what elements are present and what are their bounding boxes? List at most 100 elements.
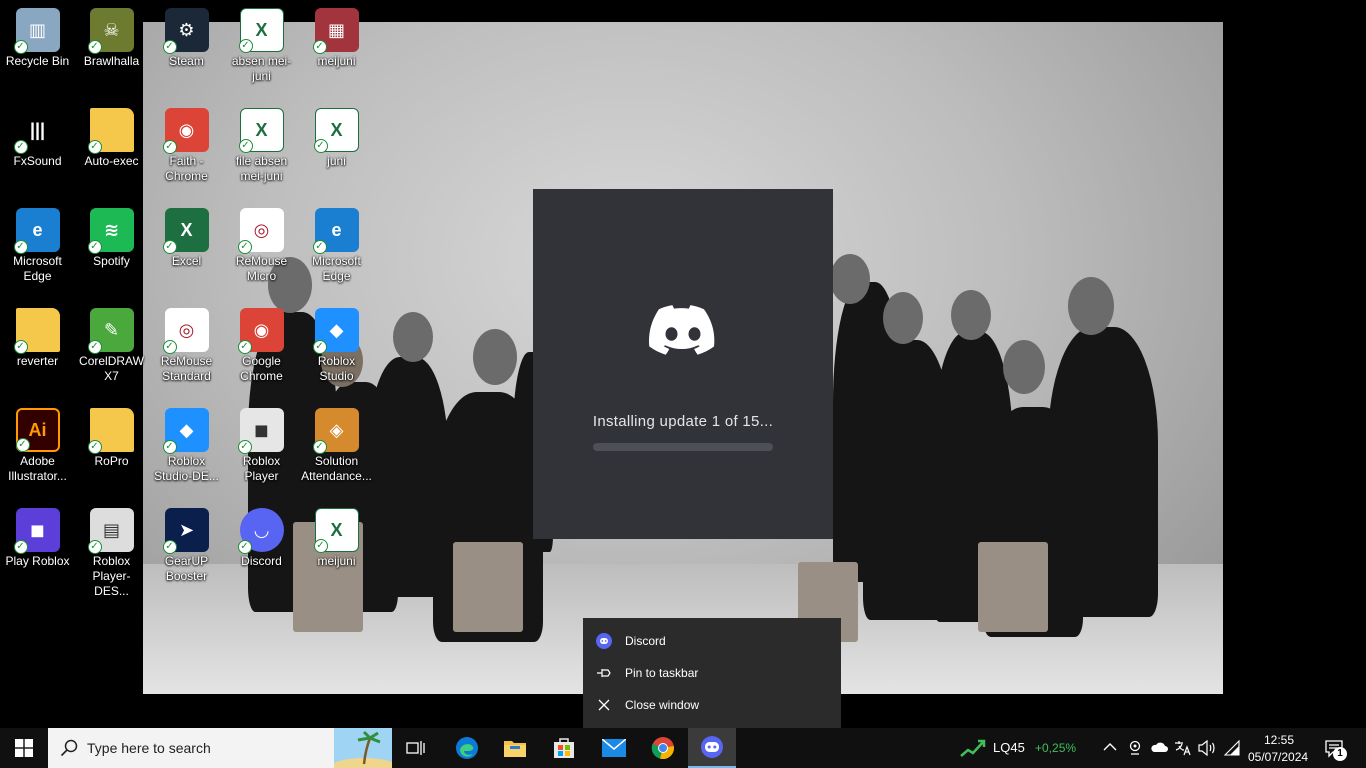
remouse-icon: ◎ ✓ [237, 208, 284, 254]
desktop-icon-label: file absen mei-juni [235, 154, 288, 183]
chrome-icon [651, 737, 674, 760]
desktop-icon[interactable]: ➤ ✓ GearUP Booster [149, 502, 224, 598]
input-language-icon[interactable] [1174, 740, 1192, 756]
spotify-icon: ≋ ✓ [87, 208, 134, 254]
desktop-icon[interactable]: ▥ ✓ Recycle Bin [0, 2, 75, 98]
roblox-player-file-icon: ▤ ✓ [87, 508, 134, 554]
chevron-up-icon[interactable] [1103, 742, 1117, 752]
stock-chart-icon [960, 739, 986, 757]
discord-icon [583, 633, 625, 649]
desktop-icon-label: Play Roblox [5, 554, 70, 568]
sync-status-icon: ✓ [313, 139, 328, 153]
desktop-icon[interactable]: Ai ✓ Adobe Illustrator... [0, 402, 75, 498]
desktop-icon[interactable]: ◆ ✓ Roblox Studio-DE... [149, 402, 224, 498]
desktop-icon[interactable]: ◼ ✓ Play Roblox [0, 502, 75, 598]
desktop-icon[interactable]: ▤ ✓ Roblox Player-DES... [74, 502, 149, 598]
sync-status-icon: ✓ [13, 240, 28, 254]
clock-time[interactable]: 12:55 [1264, 733, 1294, 747]
sync-status-icon: ✓ [238, 139, 253, 153]
clock-date[interactable]: 05/07/2024 [1248, 750, 1308, 764]
desktop-icon-label: Discord [241, 554, 282, 568]
remouse-icon: ◎ ✓ [162, 308, 209, 354]
sync-status-icon: ✓ [162, 440, 177, 454]
desktop-icon[interactable]: ◼ ✓ Roblox Player [224, 402, 299, 498]
desktop-icon[interactable]: ◆ ✓ Roblox Studio [299, 302, 374, 398]
close-icon [583, 699, 625, 711]
desktop-icon[interactable]: X ✓ meijuni [299, 502, 374, 598]
taskbar-mail[interactable] [590, 728, 638, 768]
desktop-icon[interactable]: ≋ ✓ Spotify [74, 202, 149, 298]
jumplist-discord-item[interactable]: Discord [583, 625, 841, 657]
taskbar-edge[interactable] [443, 728, 491, 768]
desktop-icon[interactable]: ⚙ ✓ Steam [149, 2, 224, 98]
roblox-studio-icon: ◆ ✓ [162, 408, 209, 454]
excel-file-icon: X ✓ [313, 508, 359, 553]
jumplist-close-item[interactable]: Close window [583, 689, 841, 721]
start-button[interactable] [0, 728, 48, 768]
desktop-icon[interactable]: ✓ reverter [0, 302, 75, 398]
folder-icon: ✓ [87, 108, 134, 154]
jumplist-pin-label: Pin to taskbar [625, 666, 699, 680]
desktop-icon[interactable]: ◉ ✓ Faith - Chrome [149, 102, 224, 198]
desktop-icon[interactable]: X ✓ absen mei-juni [224, 2, 299, 98]
desktop-icon[interactable]: ☠ ✓ Brawlhalla [74, 2, 149, 98]
desktop-icon-label: Adobe Illustrator... [8, 454, 67, 483]
beach-search-highlight-icon [334, 728, 392, 768]
task-view-button[interactable] [392, 728, 440, 768]
mail-icon [602, 739, 626, 757]
desktop-icon-label: Microsoft Edge [312, 254, 361, 283]
sync-status-icon: ✓ [238, 39, 253, 53]
sync-status-icon: ✓ [87, 140, 102, 154]
desktop-icon[interactable]: ◉ ✓ Google Chrome [224, 302, 299, 398]
desktop-icon[interactable]: X ✓ file absen mei-juni [224, 102, 299, 198]
sync-status-icon: ✓ [162, 140, 177, 154]
desktop-icon[interactable]: ||| ✓ FxSound [0, 102, 75, 198]
notification-count-badge: 1 [1333, 747, 1347, 761]
webcam-icon[interactable] [1128, 740, 1142, 756]
sync-status-icon: ✓ [237, 340, 252, 354]
desktop-icon-label: FxSound [13, 154, 62, 168]
desktop-icon-label: Roblox Studio-DE... [154, 454, 219, 483]
play-roblox-icon: ◼ ✓ [13, 508, 60, 554]
desktop-icon[interactable]: ✎ ✓ CorelDRAW X7 [74, 302, 149, 398]
search-icon [60, 739, 78, 757]
desktop-icon[interactable]: ▦ ✓ meijuni [299, 2, 374, 98]
desktop-icon[interactable]: X ✓ juni [299, 102, 374, 198]
desktop-icon[interactable]: X ✓ Excel [149, 202, 224, 298]
desktop-icon[interactable]: ◈ ✓ Solution Attendance... [299, 402, 374, 498]
desktop-icon[interactable]: ◎ ✓ ReMouse Micro [224, 202, 299, 298]
taskbar-chrome[interactable] [639, 728, 687, 768]
gearup-booster-icon: ➤ ✓ [162, 508, 209, 554]
wifi-icon[interactable] [1224, 740, 1240, 756]
desktop-icon-label: Recycle Bin [5, 54, 70, 68]
sync-status-icon: ✓ [87, 240, 102, 254]
desktop-icon[interactable]: ◎ ✓ ReMouse Standard [149, 302, 224, 398]
sync-status-icon: ✓ [13, 140, 28, 154]
desktop-icon-label: Roblox Studio [317, 354, 356, 383]
desktop: ▥ ✓ Recycle Bin ☠ ✓ Brawlhalla ⚙ ✓ Steam X ✓ absen … [0, 0, 1366, 728]
discord-jump-list: Discord Pin to taskbar Close window [583, 618, 841, 728]
volume-icon[interactable] [1198, 740, 1216, 756]
desktop-icon[interactable]: ◡ ✓ Discord [224, 502, 299, 598]
discord-logo-icon [649, 305, 715, 355]
onedrive-icon[interactable] [1150, 741, 1168, 753]
edge-icon: e ✓ [312, 208, 359, 254]
taskbar-microsoft-store[interactable] [540, 728, 588, 768]
sync-status-icon: ✓ [312, 340, 327, 354]
taskbar-discord[interactable] [688, 728, 736, 768]
discord-icon: ◡ ✓ [237, 508, 284, 554]
desktop-icon[interactable]: e ✓ Microsoft Edge [299, 202, 374, 298]
sync-status-icon: ✓ [13, 340, 28, 354]
taskbar-file-explorer[interactable] [491, 728, 539, 768]
desktop-icon-label: Auto-exec [84, 154, 139, 168]
search-input[interactable]: Type here to search [48, 728, 392, 768]
desktop-icon[interactable]: e ✓ Microsoft Edge [0, 202, 75, 298]
desktop-icon-label: Roblox Player-DES... [92, 554, 131, 598]
jumplist-pin-item[interactable]: Pin to taskbar [583, 657, 841, 689]
roblox-player-icon: ◼ ✓ [237, 408, 284, 454]
desktop-icon-label: meijuni [317, 54, 356, 68]
desktop-icon[interactable]: ✓ Auto-exec [74, 102, 149, 198]
excel-file-icon: X ✓ [238, 108, 284, 153]
stock-ticker[interactable]: LQ45 [993, 740, 1025, 755]
desktop-icon[interactable]: ✓ RoPro [74, 402, 149, 498]
